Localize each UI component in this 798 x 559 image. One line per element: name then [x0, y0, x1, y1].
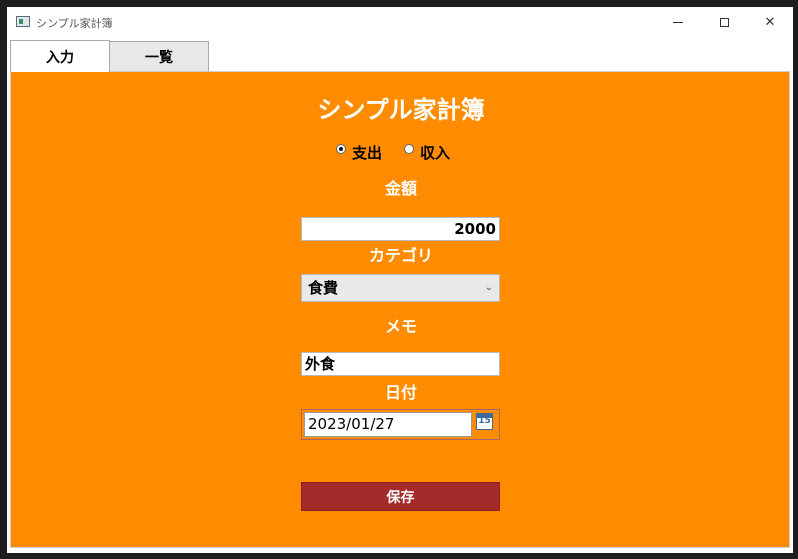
radio-expense-indicator[interactable]	[336, 143, 346, 154]
date-label: 日付	[384, 383, 417, 402]
category-select-value: 食費	[308, 279, 339, 297]
close-icon: ✕	[764, 14, 776, 30]
page-title: シンプル家計簿	[317, 96, 485, 124]
amount-label: 金額	[384, 179, 417, 198]
input-panel: シンプル家計簿 支出 収入 金額 2000 カテゴリ 食費 ⌄ メモ 外食 日付…	[10, 71, 790, 548]
type-radio-group: 支出 収入	[336, 142, 472, 163]
app-icon	[16, 16, 30, 27]
calendar-icon[interactable]: 15	[476, 413, 493, 430]
radio-expense-label: 支出	[352, 144, 383, 162]
app-window: シンプル家計簿 ✕ 入力 一覧 シンプル家計簿 支出 収入 金額 2000 カテ…	[7, 7, 793, 553]
amount-input[interactable]: 2000	[301, 217, 500, 241]
save-button[interactable]: 保存	[301, 482, 500, 511]
minimize-button[interactable]	[655, 7, 701, 37]
maximize-button[interactable]	[701, 7, 747, 37]
date-picker: 2023/01/27 15	[301, 409, 500, 440]
tab-input[interactable]: 入力	[10, 40, 110, 72]
close-button[interactable]: ✕	[747, 7, 793, 37]
radio-expense[interactable]: 支出	[336, 142, 382, 163]
title-bar: シンプル家計簿 ✕	[7, 7, 793, 39]
chevron-down-icon: ⌄	[484, 282, 493, 293]
radio-income[interactable]: 収入	[404, 142, 450, 163]
maximize-icon	[719, 17, 729, 27]
minimize-icon	[673, 21, 683, 23]
radio-income-label: 収入	[420, 144, 451, 162]
window-title: シンプル家計簿	[36, 17, 113, 30]
category-select[interactable]: 食費 ⌄	[301, 274, 500, 302]
tab-list[interactable]: 一覧	[109, 41, 209, 71]
date-input[interactable]: 2023/01/27	[304, 412, 472, 437]
radio-income-indicator[interactable]	[404, 143, 415, 154]
memo-label: メモ	[384, 317, 417, 336]
category-label: カテゴリ	[368, 246, 433, 265]
memo-input[interactable]: 外食	[301, 352, 500, 376]
